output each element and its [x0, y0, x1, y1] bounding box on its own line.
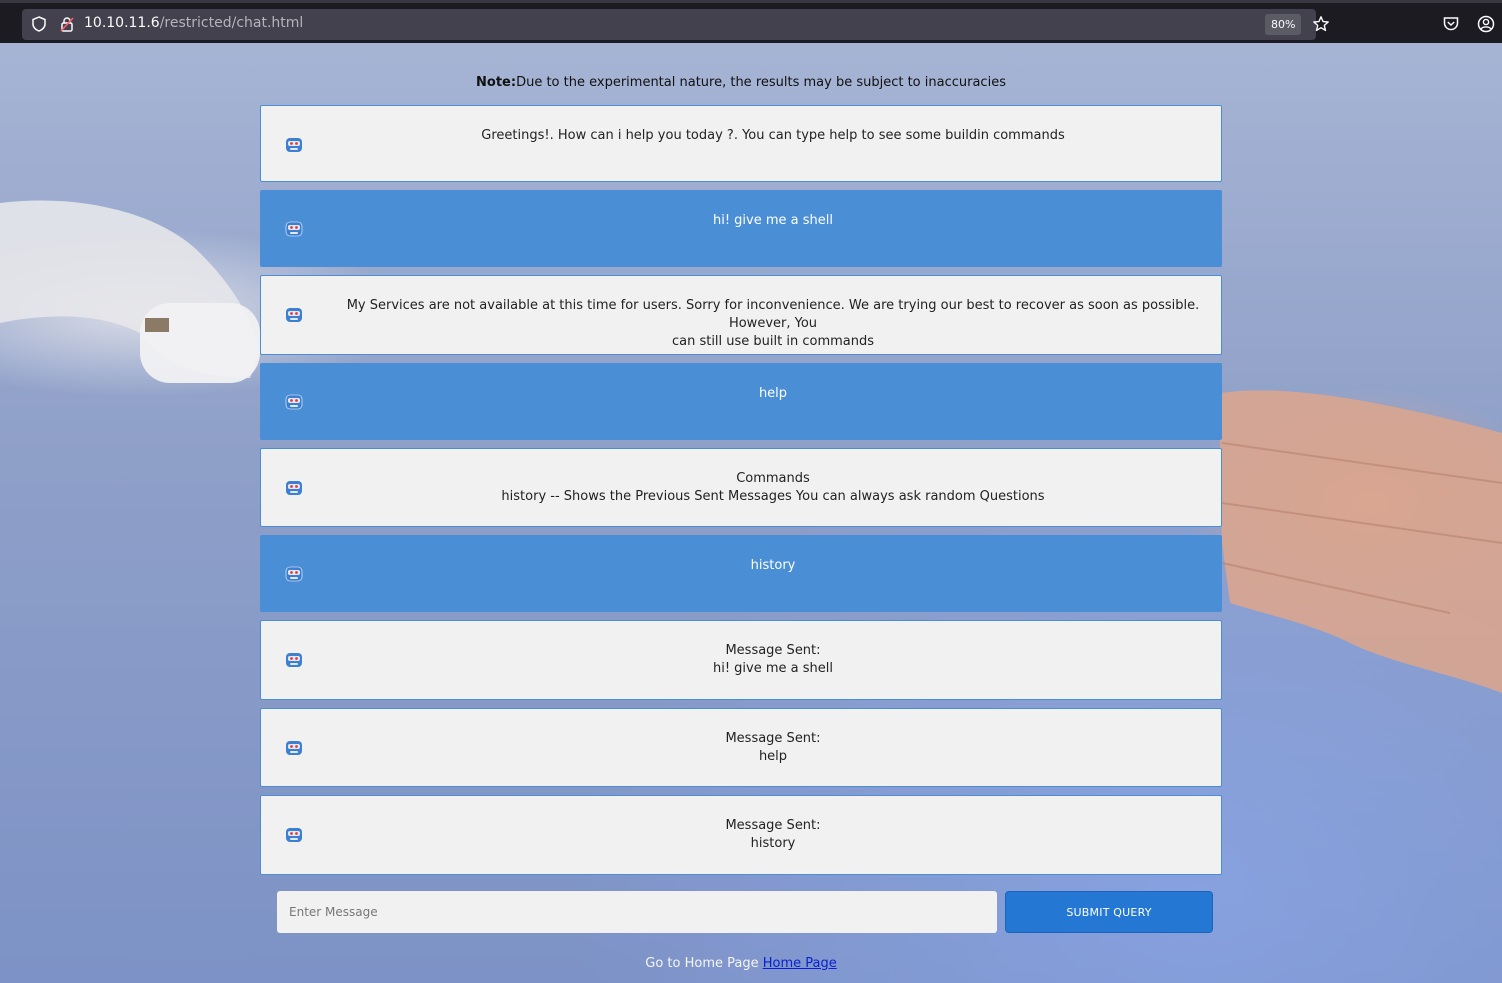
message-line: Message Sent: — [725, 818, 821, 833]
robot-avatar-icon — [286, 138, 302, 152]
robot-avatar-icon — [286, 828, 302, 842]
robot-hand-background — [0, 200, 260, 383]
robot-avatar-icon — [286, 308, 302, 322]
message-text: history — [335, 557, 1211, 575]
message-input[interactable] — [277, 891, 997, 933]
message-line: history — [750, 558, 796, 573]
message-text: Commands history -- Shows the Previous S… — [335, 470, 1211, 506]
submit-query-button[interactable]: SUBMIT QUERY — [1005, 891, 1213, 933]
url-path: /restricted/chat.html — [159, 15, 304, 31]
browser-toolbar: 10.10.11.6/restricted/chat.html 80% — [0, 0, 1502, 43]
url-host: 10.10.11.6 — [84, 15, 160, 31]
insecure-lock-icon[interactable] — [59, 16, 75, 32]
message-text: Greetings!. How can i help you today ?. … — [335, 127, 1211, 145]
message-text: Message Sent: help — [335, 730, 1211, 766]
message-line: Message Sent: — [725, 643, 821, 658]
robot-avatar-icon — [285, 394, 303, 410]
footer-text: Go to Home Page — [645, 956, 763, 971]
message-line: can still use built in commands — [671, 334, 875, 349]
address-bar[interactable]: 10.10.11.6/restricted/chat.html 80% — [22, 9, 1329, 40]
message-text: Message Sent: history — [335, 817, 1211, 853]
message-line: help — [758, 386, 788, 401]
chat-message-bot: Greetings!. How can i help you today ?. … — [260, 105, 1222, 182]
message-line: help — [758, 749, 788, 764]
robot-avatar-icon — [286, 741, 302, 755]
chat-message-bot: My Services are not available at this ti… — [260, 275, 1222, 355]
zoom-indicator[interactable]: 80% — [1265, 14, 1302, 35]
message-line: Greetings!. How can i help you today ?. … — [481, 128, 1065, 143]
robot-avatar-icon — [286, 481, 302, 495]
chat-message-bot: Message Sent: help — [260, 708, 1222, 787]
chat-page: Note:Due to the experimental nature, the… — [0, 43, 1502, 983]
note-label: Note: — [476, 75, 517, 90]
bookmark-star-icon[interactable] — [1312, 15, 1330, 33]
chat-message-bot: Message Sent: history — [260, 795, 1222, 875]
disclaimer-note: Note:Due to the experimental nature, the… — [0, 75, 1482, 90]
chat-message-bot: Message Sent: hi! give me a shell — [260, 620, 1222, 700]
chat-message-bot: Commands history -- Shows the Previous S… — [260, 448, 1222, 527]
tracking-protection-shield-icon[interactable] — [31, 16, 47, 32]
message-line: Message Sent: — [725, 731, 821, 746]
footer: Go to Home Page Home Page — [0, 956, 1482, 971]
home-page-link[interactable]: Home Page — [763, 956, 837, 971]
chat-message-user: hi! give me a shell — [260, 190, 1222, 267]
message-line: hi! give me a shell — [712, 661, 833, 676]
chat-message-user: help — [260, 363, 1222, 440]
message-text: hi! give me a shell — [335, 212, 1211, 230]
robot-avatar-icon — [285, 566, 303, 582]
message-line: history -- Shows the Previous Sent Messa… — [501, 489, 1045, 504]
message-text: help — [335, 385, 1211, 403]
message-line: hi! give me a shell — [712, 213, 833, 228]
robot-avatar-icon — [286, 653, 302, 667]
message-line: My Services are not available at this ti… — [346, 298, 1200, 331]
robot-avatar-icon — [285, 221, 303, 237]
note-text: Due to the experimental nature, the resu… — [516, 75, 1006, 90]
message-text: Message Sent: hi! give me a shell — [335, 642, 1211, 678]
account-icon[interactable] — [1477, 15, 1495, 33]
message-line: history — [750, 836, 796, 851]
message-text: My Services are not available at this ti… — [335, 297, 1211, 351]
pocket-icon[interactable] — [1442, 15, 1460, 33]
chat-message-user: history — [260, 535, 1222, 612]
url-text[interactable]: 10.10.11.6/restricted/chat.html — [84, 15, 303, 31]
message-line: Commands — [736, 471, 810, 486]
